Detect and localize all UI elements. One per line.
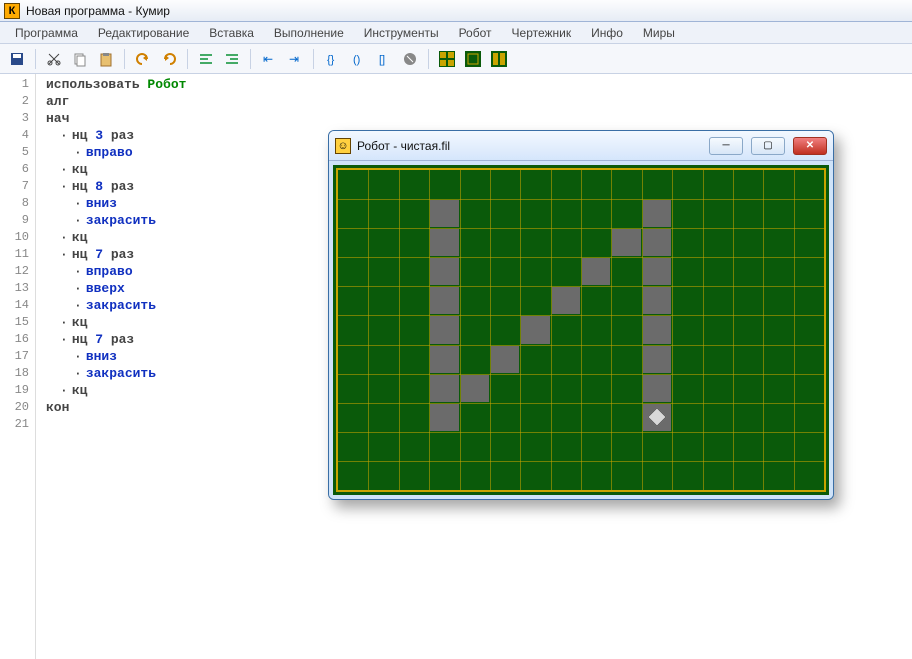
main-titlebar: К Новая программа - Кумир (0, 0, 912, 22)
menu-робот[interactable]: Робот (450, 24, 501, 42)
menu-инструменты[interactable]: Инструменты (355, 24, 448, 42)
menu-выполнение[interactable]: Выполнение (265, 24, 353, 42)
indent-left-button[interactable] (195, 48, 217, 70)
grid-c-button[interactable] (488, 48, 510, 70)
svg-text:(): () (353, 54, 360, 66)
robot-field[interactable] (336, 168, 826, 492)
filled-cell (643, 229, 671, 256)
toolbar: ⇤ ⇥ {} () [] (0, 44, 912, 74)
robot-icon: ☺ (335, 138, 351, 154)
menubar: ПрограммаРедактированиеВставкаВыполнение… (0, 22, 912, 44)
menu-программа[interactable]: Программа (6, 24, 87, 42)
menu-вставка[interactable]: Вставка (200, 24, 263, 42)
brace1-button[interactable]: {} (321, 48, 343, 70)
grid-a-button[interactable] (436, 48, 458, 70)
filled-cell (430, 258, 458, 285)
insert-left-button[interactable]: ⇤ (258, 48, 280, 70)
app-icon: К (4, 3, 20, 19)
maximize-button[interactable]: ▢ (751, 137, 785, 155)
grid-b-button[interactable] (462, 48, 484, 70)
filled-cell (521, 316, 549, 343)
app-title: Новая программа - Кумир (26, 4, 170, 18)
paste-button[interactable] (95, 48, 117, 70)
filled-cell (461, 375, 489, 402)
code-line[interactable]: использовать Робот (46, 76, 912, 93)
filled-cell (430, 375, 458, 402)
robot-window[interactable]: ☺ Робот - чистая.fil ─ ▢ ✕ (328, 130, 834, 500)
indent-right-button[interactable] (221, 48, 243, 70)
svg-text:[]: [] (379, 54, 385, 66)
robot-titlebar[interactable]: ☺ Робот - чистая.fil ─ ▢ ✕ (329, 131, 833, 161)
insert-right-button[interactable]: ⇥ (284, 48, 306, 70)
redo-button[interactable] (158, 48, 180, 70)
code-line[interactable]: нач (46, 110, 912, 127)
filled-cell (430, 316, 458, 343)
filled-cell (643, 200, 671, 227)
robot-title: Робот - чистая.fil (357, 139, 450, 153)
filled-cell (612, 229, 640, 256)
filled-cell (582, 258, 610, 285)
filled-cell (552, 287, 580, 314)
filled-cell (643, 316, 671, 343)
cut-button[interactable] (43, 48, 65, 70)
robot-body (329, 161, 833, 499)
filled-cell (643, 287, 671, 314)
filled-cell (491, 346, 519, 373)
line-gutter: 123456789101112131415161718192021 (0, 74, 36, 659)
code-line[interactable]: алг (46, 93, 912, 110)
menu-чертежник[interactable]: Чертежник (503, 24, 581, 42)
svg-text:{}: {} (327, 54, 335, 66)
close-button[interactable]: ✕ (793, 137, 827, 155)
filled-cell (430, 346, 458, 373)
menu-инфо[interactable]: Инфо (582, 24, 632, 42)
svg-text:⇥: ⇥ (289, 52, 299, 66)
filled-cell (643, 375, 671, 402)
brace3-button[interactable]: [] (373, 48, 395, 70)
undo-button[interactable] (132, 48, 154, 70)
filled-cell (430, 200, 458, 227)
brace2-button[interactable]: () (347, 48, 369, 70)
filled-cell (430, 287, 458, 314)
copy-button[interactable] (69, 48, 91, 70)
menu-редактирование[interactable]: Редактирование (89, 24, 198, 42)
filled-cell (643, 258, 671, 285)
filled-cell (430, 404, 458, 431)
svg-text:⇤: ⇤ (263, 52, 273, 66)
menu-миры[interactable]: Миры (634, 24, 684, 42)
filled-cell (643, 346, 671, 373)
stop-button[interactable] (399, 48, 421, 70)
filled-cell (430, 229, 458, 256)
minimize-button[interactable]: ─ (709, 137, 743, 155)
save-button[interactable] (6, 48, 28, 70)
